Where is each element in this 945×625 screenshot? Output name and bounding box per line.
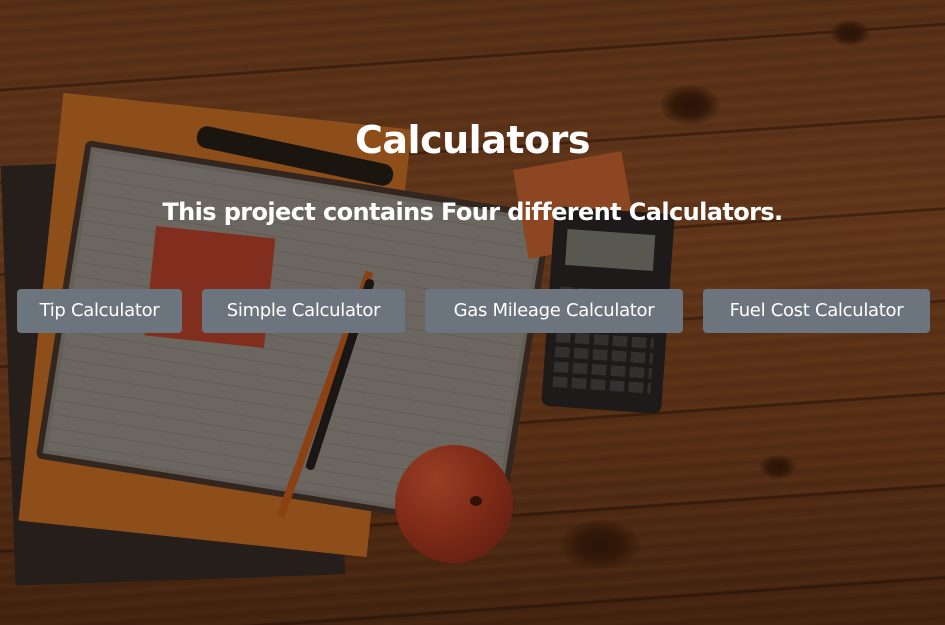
calculator-buttons: Tip Calculator Simple Calculator Gas Mil…	[0, 289, 945, 333]
hero-section: Calculators This project contains Four d…	[0, 0, 945, 625]
fuel-cost-calculator-button[interactable]: Fuel Cost Calculator	[703, 289, 930, 333]
page-title: Calculators	[355, 118, 590, 162]
gas-mileage-calculator-button[interactable]: Gas Mileage Calculator	[425, 289, 683, 333]
tip-calculator-button[interactable]: Tip Calculator	[17, 289, 182, 333]
page-subtitle: This project contains Four different Cal…	[162, 198, 783, 226]
simple-calculator-button[interactable]: Simple Calculator	[202, 289, 405, 333]
